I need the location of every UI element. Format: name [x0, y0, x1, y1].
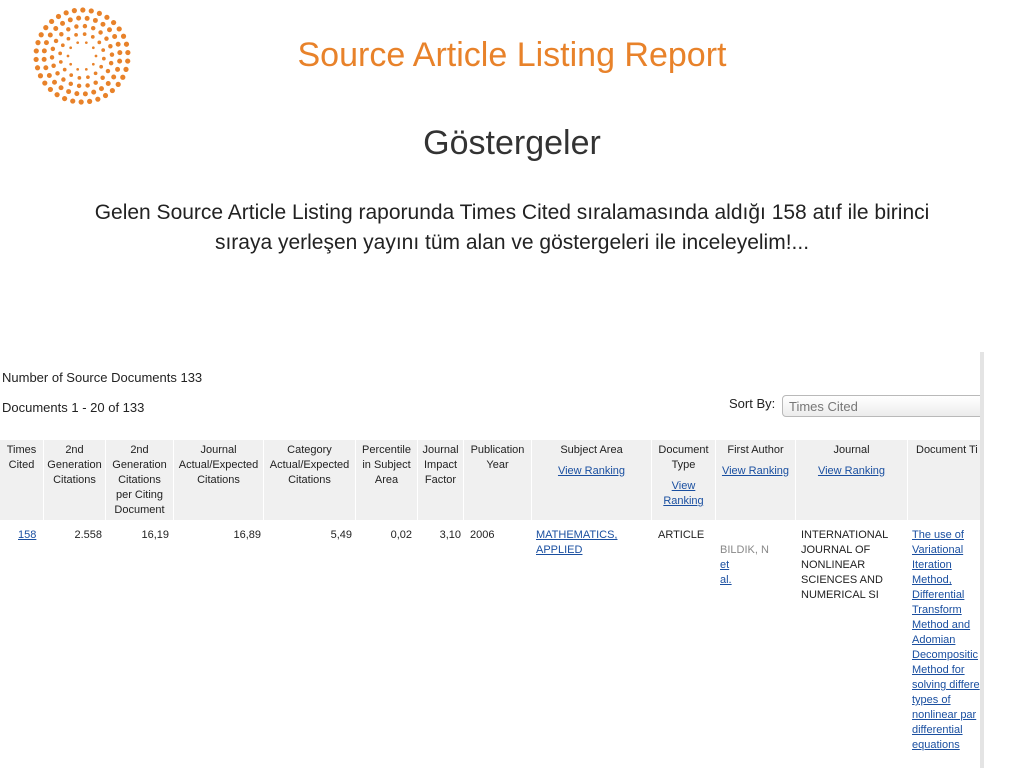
logo-dot	[76, 83, 82, 89]
document-title-link[interactable]: The use of Variational Iteration Method,…	[912, 528, 980, 753]
logo-dot	[76, 15, 82, 21]
logo-dot	[78, 99, 84, 105]
col-pub-year: Publication Year	[464, 440, 532, 520]
first-author-view-ranking[interactable]: View Ranking	[716, 464, 795, 479]
col-subject-area: Subject Area View Ranking	[532, 440, 652, 520]
logo-dot	[91, 89, 97, 95]
col-journal-ae: Journal Actual/Expected Citations	[174, 440, 264, 520]
logo-dot	[68, 81, 74, 87]
times-cited-link[interactable]: 158	[18, 528, 36, 543]
logo-dot	[84, 15, 90, 21]
page-title: Source Article Listing Report	[297, 36, 727, 74]
impact-factor: 3,10	[439, 529, 461, 541]
logo-dot	[55, 13, 62, 20]
logo-dot	[90, 25, 96, 31]
logo-dot	[49, 18, 55, 25]
logo-dot	[120, 74, 126, 80]
percentile: 0,02	[390, 529, 412, 541]
section-heading: Göstergeler	[423, 124, 601, 162]
logo-dot	[63, 10, 69, 16]
logo-dot	[100, 75, 105, 80]
col-journal: Journal View Ranking	[796, 440, 908, 520]
logo-dot	[95, 96, 101, 102]
first-author-name: BILDIK, N	[720, 544, 769, 556]
col-category-ae: Category Actual/Expected Citations	[264, 440, 356, 520]
category-actual-expected: 5,49	[330, 529, 352, 541]
logo-dot	[82, 91, 88, 97]
logo-dot	[109, 87, 115, 94]
logo-dot	[116, 26, 122, 32]
logo-dot	[70, 98, 76, 104]
sort-by-label: Sort By:	[729, 396, 776, 411]
logo-dot	[80, 7, 86, 13]
gen2-citations: 2.558	[74, 529, 102, 541]
logo-dot	[87, 98, 93, 104]
logo-dot	[74, 24, 79, 29]
logo-dot	[42, 80, 48, 86]
logo-dot	[88, 8, 94, 14]
document-type-view-ranking[interactable]: View Ranking	[652, 479, 715, 509]
subject-area-view-ranking[interactable]: View Ranking	[532, 464, 651, 479]
documents-range: Documents 1 - 20 of 133	[2, 400, 145, 415]
logo-dot	[105, 81, 111, 86]
col-2nd-gen-per-doc: 2nd Generation Citations per Citing Docu…	[106, 440, 174, 520]
col-first-author: First Author View Ranking	[716, 440, 796, 520]
table-header: Times Cited 2nd Generation Citations 2nd…	[0, 440, 980, 520]
col-document-type: Document Type View Ranking	[652, 440, 716, 520]
logo-dot	[96, 10, 102, 17]
document-type: ARTICLE	[658, 529, 705, 541]
source-docs-count: Number of Source Documents 133	[2, 370, 203, 385]
logo-dot	[61, 77, 66, 82]
subject-area-link[interactable]: MATHEMATICS, APPLIED	[536, 528, 617, 558]
logo-dot	[52, 79, 57, 85]
logo-dot	[107, 27, 112, 33]
logo-dot	[74, 91, 80, 97]
logo-dot	[43, 25, 49, 31]
logo-dot	[71, 8, 77, 14]
logo-dot	[86, 75, 90, 80]
logo-dot	[62, 95, 68, 102]
logo-dot	[111, 74, 117, 80]
journal-actual-expected: 16,89	[233, 529, 261, 541]
et-al-link[interactable]: et al.	[720, 559, 732, 586]
logo-dot	[53, 26, 59, 31]
col-2nd-gen-citations: 2nd Generation Citations	[44, 440, 106, 520]
logo-dot	[60, 20, 66, 26]
logo-dot	[92, 17, 98, 23]
col-times-cited: Times Cited	[0, 440, 44, 520]
logo-dot	[54, 92, 60, 98]
logo-dot	[66, 27, 71, 32]
logo-dot	[100, 21, 106, 27]
publication-year: 2006	[470, 529, 495, 541]
logo-dot	[82, 23, 88, 29]
logo-dot	[66, 89, 72, 95]
logo-dot	[110, 19, 117, 26]
gen2-per-doc: 16,19	[141, 529, 169, 541]
intro-line: Gelen Source Article Listing raporunda T…	[94, 201, 930, 254]
logo-dot	[47, 86, 54, 93]
journal-view-ranking[interactable]: View Ranking	[796, 464, 907, 479]
logo-dot	[98, 86, 104, 92]
sort-by-select[interactable]: Times Cited	[782, 395, 980, 417]
col-percentile: Percentile in Subject Area	[356, 440, 418, 520]
logo-dot	[104, 14, 110, 20]
col-impact-factor: Journal Impact Factor	[418, 440, 464, 520]
logo-dot	[67, 17, 73, 23]
intro-text: Gelen Source Article Listing raporunda T…	[24, 198, 1000, 258]
col-document-title: Document Ti	[908, 440, 980, 520]
logo-dot	[102, 92, 109, 99]
logo-dot	[58, 85, 64, 91]
logo-dot	[93, 80, 98, 85]
logo-dot	[98, 30, 103, 35]
report-screenshot: Number of Source Documents 133 Documents…	[0, 352, 984, 768]
first-author: BILDIK, N et al.	[720, 528, 792, 588]
logo-dot	[77, 75, 82, 80]
journal-name: INTERNATIONAL JOURNAL OF NONLINEAR SCIEN…	[801, 529, 889, 601]
logo-dot	[85, 83, 90, 88]
logo-dot	[115, 81, 121, 87]
